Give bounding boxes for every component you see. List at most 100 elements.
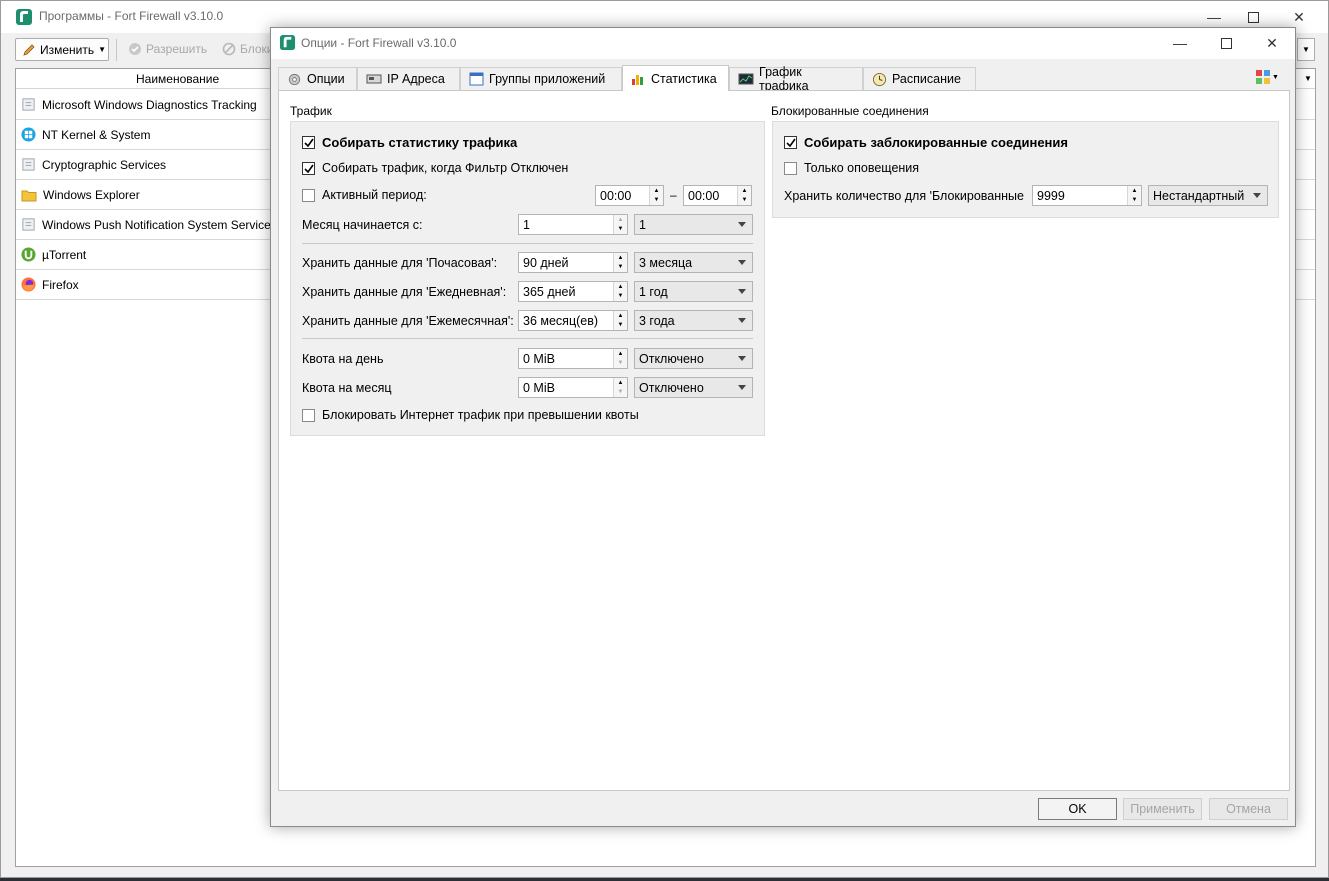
dialog-minimize-button[interactable]: — — [1157, 28, 1203, 58]
tab-schedule[interactable]: Расписание — [863, 67, 976, 90]
app-generic-icon — [21, 97, 36, 112]
toolbar-overflow-button[interactable]: ▼ — [1297, 38, 1315, 61]
block-on-quota-label: Блокировать Интернет трафик при превышен… — [322, 408, 639, 422]
windows-logo-icon — [21, 127, 36, 142]
collect-when-off-option[interactable]: Собирать трафик, когда Фильтр Отключен — [302, 161, 568, 175]
program-name: µTorrent — [42, 247, 87, 262]
blocked-group-title: Блокированные соединения — [771, 104, 929, 118]
spinner-arrows[interactable]: ▲ ▼ — [613, 215, 627, 234]
keep-hourly-combo[interactable]: 3 месяца — [634, 252, 753, 273]
quota-day-combo[interactable]: Отключено — [634, 348, 753, 369]
keep-hourly-label: Хранить данные для 'Почасовая': — [302, 256, 498, 270]
collect-stats-option[interactable]: Собирать статистику трафика — [302, 135, 517, 150]
quota-month-combo[interactable]: Отключено — [634, 377, 753, 398]
chevron-down-icon: ▼ — [1302, 45, 1310, 54]
options-title-bar: Опции - Fort Firewall v3.10.0 — ✕ — [271, 28, 1295, 59]
keep-blocked-count-field[interactable]: 9999 ▲ ▼ — [1032, 185, 1142, 206]
month-start-label: Месяц начинается с: — [302, 218, 423, 232]
month-start-field[interactable]: 1 ▲ ▼ — [518, 214, 628, 235]
keep-daily-field[interactable]: 365 дней ▲ ▼ — [518, 281, 628, 302]
folder-icon — [21, 188, 37, 202]
program-name: Microsoft Windows Diagnostics Tracking — [42, 97, 257, 112]
pencil-icon — [22, 43, 36, 57]
active-period-from-field[interactable]: 00:00 ▲ ▼ — [595, 185, 664, 206]
keep-blocked-count-combo[interactable]: Нестандартный — [1148, 185, 1268, 206]
spinner-arrows[interactable]: ▲ ▼ — [613, 378, 627, 397]
separator — [302, 338, 753, 339]
color-palette-icon — [1256, 70, 1270, 84]
active-period-option[interactable]: Активный период: — [302, 188, 427, 202]
program-name: Firefox — [42, 277, 79, 292]
edit-button[interactable]: Изменить ▼ — [15, 38, 109, 61]
apply-button[interactable]: Применить — [1123, 798, 1202, 820]
collect-blocked-checkbox[interactable] — [784, 136, 797, 149]
quota-month-value: 0 MiB — [523, 380, 555, 395]
spinner-arrows[interactable]: ▲ ▼ — [649, 186, 663, 205]
spinner-arrows[interactable]: ▲ ▼ — [613, 311, 627, 330]
tab-options-label: Опции — [307, 72, 345, 86]
firefox-icon — [21, 277, 36, 292]
allow-button[interactable]: Разрешить — [128, 42, 207, 56]
keep-hourly-field[interactable]: 90 дней ▲ ▼ — [518, 252, 628, 273]
traffic-group-title: Трафик — [290, 104, 332, 118]
only-notify-checkbox[interactable] — [784, 161, 797, 175]
tab-ip-addresses-label: IP Адреса — [387, 72, 445, 86]
collect-blocked-option[interactable]: Собирать заблокированные соединения — [784, 135, 1068, 150]
tab-ip-addresses[interactable]: IP Адреса — [357, 67, 460, 90]
keep-hourly-value: 90 дней — [523, 255, 569, 270]
only-notify-option[interactable]: Только оповещения — [784, 161, 919, 175]
keep-monthly-combo[interactable]: 3 года — [634, 310, 753, 331]
spinner-arrows[interactable]: ▲ ▼ — [613, 253, 627, 272]
active-period-dash: – — [670, 188, 677, 202]
cancel-button[interactable]: Отмена — [1209, 798, 1288, 820]
keep-blocked-count-value: 9999 — [1037, 188, 1065, 203]
program-name: NT Kernel & System — [42, 127, 151, 142]
dialog-close-button[interactable]: ✕ — [1249, 28, 1295, 58]
keep-monthly-label: Хранить данные для 'Ежемесячная': — [302, 314, 514, 328]
chevron-down-icon: ▼ — [98, 45, 107, 54]
column-header-name[interactable]: Наименование — [136, 72, 219, 86]
spinner-arrows[interactable]: ▲ ▼ — [613, 349, 627, 368]
collect-stats-checkbox[interactable] — [302, 136, 315, 149]
chevron-down-icon — [738, 356, 746, 361]
close-icon: ✕ — [1266, 34, 1278, 51]
tab-traffic-graph-label: График трафика — [759, 65, 809, 93]
keep-daily-label: Хранить данные для 'Ежедневная': — [302, 285, 507, 299]
fort-firewall-logo-icon — [15, 8, 33, 26]
tab-statistics[interactable]: Статистика — [622, 65, 729, 91]
keep-monthly-field[interactable]: 36 месяц(ев) ▲ ▼ — [518, 310, 628, 331]
ok-button[interactable]: OK — [1038, 798, 1117, 820]
program-name: Windows Explorer — [43, 187, 140, 202]
tab-options[interactable]: Опции — [278, 67, 357, 90]
tab-app-groups-label: Группы приложений — [489, 72, 606, 86]
keep-daily-combo[interactable]: 1 год — [634, 281, 753, 302]
bar-chart-icon — [631, 72, 646, 86]
theme-menu-button[interactable]: ▼ — [1256, 70, 1279, 84]
maximize-icon — [1247, 11, 1259, 23]
collect-when-off-checkbox[interactable] — [302, 161, 315, 175]
active-period-to-value: 00:00 — [688, 188, 720, 203]
block-button[interactable]: Блоки — [222, 42, 274, 56]
tab-app-groups[interactable]: Группы приложений — [460, 67, 622, 90]
dialog-maximize-button[interactable] — [1203, 28, 1249, 58]
block-on-quota-option[interactable]: Блокировать Интернет трафик при превышен… — [302, 408, 639, 422]
spinner-arrows[interactable]: ▲ ▼ — [737, 186, 751, 205]
block-on-quota-checkbox[interactable] — [302, 408, 315, 422]
spinner-arrows[interactable]: ▲ ▼ — [613, 282, 627, 301]
active-period-to-field[interactable]: 00:00 ▲ ▼ — [683, 185, 752, 206]
spinner-arrows[interactable]: ▲ ▼ — [1127, 186, 1141, 205]
active-period-checkbox[interactable] — [302, 188, 315, 202]
tab-traffic-graph[interactable]: График трафика — [729, 65, 863, 93]
minimize-icon: — — [1207, 9, 1221, 25]
active-period-label: Активный период: — [322, 188, 427, 202]
quota-month-field[interactable]: 0 MiB ▲ ▼ — [518, 377, 628, 398]
quota-day-value: 0 MiB — [523, 351, 555, 366]
utorrent-icon — [21, 247, 36, 262]
maximize-icon — [1220, 37, 1232, 49]
active-period-from-value: 00:00 — [600, 188, 632, 203]
fort-firewall-logo-icon — [279, 34, 296, 51]
quota-day-field[interactable]: 0 MiB ▲ ▼ — [518, 348, 628, 369]
month-start-combo[interactable]: 1 — [634, 214, 753, 235]
chevron-down-icon — [738, 318, 746, 323]
tab-statistics-label: Статистика — [651, 71, 717, 86]
